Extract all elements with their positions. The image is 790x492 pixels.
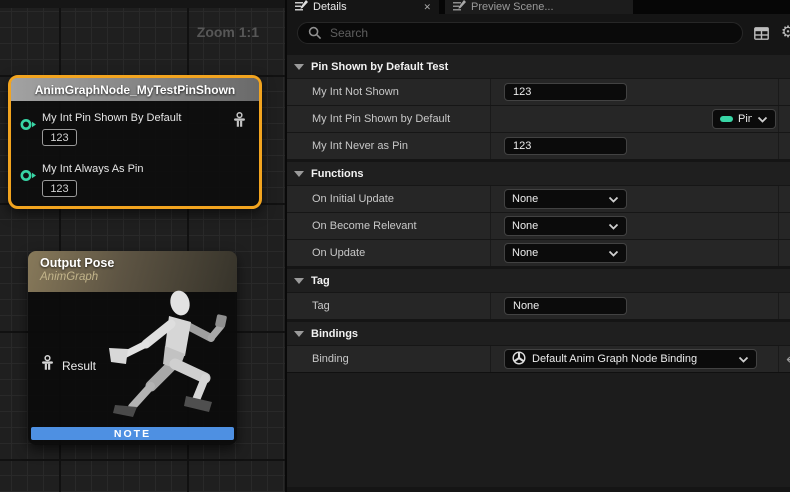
node-pin-row: My Int Always As Pin 123 [11, 159, 259, 197]
binding-icon [512, 351, 526, 368]
on-initial-update-dropdown[interactable]: None [504, 189, 627, 209]
property-label: On Update [287, 240, 491, 266]
chevron-down-icon [738, 356, 749, 363]
display-filter-icon[interactable] [752, 24, 770, 42]
mannequin-figure [85, 286, 235, 431]
pin-value-box[interactable]: 123 [42, 180, 77, 197]
reset-to-default-icon[interactable]: ↩ [786, 352, 790, 366]
tab-label: Details [313, 1, 347, 13]
details-toolbar: ⚙ [287, 14, 790, 52]
property-row: Binding [287, 345, 790, 372]
property-row: My Int Pin Shown by Default Pin [287, 105, 790, 132]
property-row: My Int Not Shown [287, 78, 790, 105]
expand-arrow-icon [294, 171, 304, 177]
property-row: On Become Relevant None [287, 212, 790, 239]
tab-bar: Details ✕ Preview Scene... [287, 0, 790, 14]
property-label: On Initial Update [287, 186, 491, 212]
details-panel: Details ✕ Preview Scene... [285, 0, 790, 492]
section-functions: Functions On Initial Update None On Beco… [287, 162, 790, 266]
int-pin-icon[interactable] [20, 169, 37, 187]
node-subtitle: AnimGraph [40, 271, 237, 283]
zoom-level-label: Zoom 1:1 [197, 24, 259, 40]
pin-label: My Int Always As Pin [42, 163, 143, 175]
details-tab-icon [295, 0, 308, 14]
property-label: Binding [287, 346, 491, 372]
node-title: Output Pose [40, 256, 237, 270]
section-header[interactable]: Functions [287, 162, 790, 185]
clothespin-icon[interactable] [232, 111, 247, 134]
property-label: On Become Relevant [287, 213, 491, 239]
section-header[interactable]: Tag [287, 269, 790, 292]
reset-cell [778, 213, 790, 239]
details-property-list: Pin Shown by Default Test My Int Not Sho… [287, 52, 790, 492]
result-pin-label: Result [62, 359, 96, 373]
reset-cell [778, 240, 790, 266]
reset-cell [778, 133, 790, 159]
output-pose-node[interactable]: Output Pose AnimGraph [28, 251, 237, 445]
my-int-not-shown-input[interactable] [504, 83, 627, 101]
chevron-down-icon [608, 223, 619, 230]
reset-cell [778, 79, 790, 105]
property-label: Tag [287, 293, 491, 319]
expand-arrow-icon [294, 64, 304, 70]
reset-cell [778, 293, 790, 319]
reset-cell [778, 106, 790, 132]
node-title: AnimGraphNode_MyTestPinShown [35, 83, 235, 97]
int-pin-icon[interactable] [20, 118, 37, 136]
pin-mode-dropdown[interactable]: Pin [712, 109, 776, 129]
anim-graph-node-selected[interactable]: AnimGraphNode_MyTestPinShown My Int Pin … [8, 75, 262, 209]
pin-block: My Int Pin Shown By Default 123 [42, 108, 181, 146]
tab-preview-scene[interactable]: Preview Scene... [445, 0, 633, 14]
chevron-down-icon [608, 250, 619, 257]
preview-scene-tab-icon [453, 0, 466, 14]
property-label: My Int Never as Pin [287, 133, 491, 159]
section-pin-shown-by-default-test: Pin Shown by Default Test My Int Not Sho… [287, 55, 790, 159]
gear-icon[interactable]: ⚙ [779, 24, 790, 42]
section-header[interactable]: Pin Shown by Default Test [287, 55, 790, 78]
expand-arrow-icon [294, 278, 304, 284]
result-pin-row[interactable]: Result [40, 354, 96, 377]
search-bar[interactable] [297, 22, 743, 44]
my-int-never-as-pin-input[interactable] [504, 137, 627, 155]
unreal-editor-window: Zoom 1:1 AnimGraphNode_MyTestPinShown My… [0, 0, 790, 492]
property-row: On Update None [287, 239, 790, 266]
details-empty-area [287, 372, 790, 487]
expand-arrow-icon [294, 331, 304, 337]
chevron-down-icon [757, 116, 768, 123]
tab-details[interactable]: Details ✕ [287, 0, 439, 14]
tag-input[interactable] [504, 297, 627, 315]
reset-cell: ↩ [778, 346, 790, 372]
chevron-down-icon [608, 196, 619, 203]
tab-label: Preview Scene... [471, 1, 554, 13]
search-icon [306, 24, 324, 42]
property-row: My Int Never as Pin [287, 132, 790, 159]
pin-label: My Int Pin Shown By Default [42, 112, 181, 124]
close-icon[interactable]: ✕ [423, 2, 431, 13]
graph-top-edge [0, 0, 285, 8]
on-update-dropdown[interactable]: None [504, 243, 627, 263]
note-bar[interactable]: NOTE [31, 427, 234, 440]
reset-cell [778, 186, 790, 212]
section-bindings: Bindings Binding [287, 322, 790, 372]
search-input[interactable] [330, 26, 734, 40]
property-label: My Int Not Shown [287, 79, 491, 105]
property-label: My Int Pin Shown by Default [287, 106, 491, 132]
pin-block: My Int Always As Pin 123 [42, 159, 143, 197]
property-row: On Initial Update None [287, 185, 790, 212]
pin-capsule-icon [720, 116, 733, 122]
note-label: NOTE [114, 428, 151, 440]
property-row: Tag [287, 292, 790, 319]
node-header[interactable]: AnimGraphNode_MyTestPinShown [11, 78, 259, 101]
binding-dropdown[interactable]: Default Anim Graph Node Binding [504, 349, 757, 369]
section-tag: Tag Tag [287, 269, 790, 319]
pin-value-box[interactable]: 123 [42, 129, 77, 146]
node-pin-row: My Int Pin Shown By Default 123 [11, 108, 259, 146]
section-header[interactable]: Bindings [287, 322, 790, 345]
node-body: Result NOTE [28, 292, 237, 445]
pose-pin-icon[interactable] [40, 354, 55, 377]
on-become-relevant-dropdown[interactable]: None [504, 216, 627, 236]
anim-graph-editor[interactable]: Zoom 1:1 AnimGraphNode_MyTestPinShown My… [0, 0, 285, 492]
